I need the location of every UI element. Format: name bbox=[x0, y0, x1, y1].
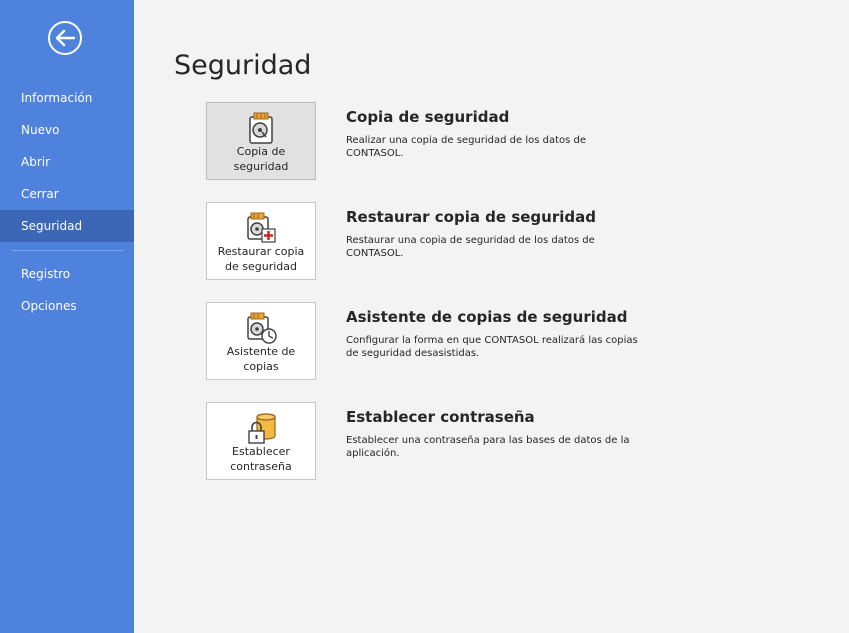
set-password-description-line1: Establecer una contraseña para las bases… bbox=[346, 435, 630, 446]
backup-wizard-description-line1: Configurar la forma en que CONTASOL real… bbox=[346, 335, 638, 346]
set-password-description-line2: aplicación. bbox=[346, 448, 400, 459]
backup-wizard-title: Asistente de copias de seguridad bbox=[346, 308, 628, 326]
backup-description-line1: Realizar una copia de seguridad de los d… bbox=[346, 135, 587, 146]
sidebar-item-cerrar[interactable]: Cerrar bbox=[0, 178, 134, 210]
backup-wizard-button-label: Asistente de copias bbox=[209, 344, 313, 374]
set-password-title: Establecer contraseña bbox=[346, 408, 535, 426]
backup-wizard-clock-icon bbox=[247, 312, 277, 344]
sidebar-nav: Información Nuevo Abrir Cerrar Seguridad… bbox=[0, 82, 134, 322]
backup-disk-icon bbox=[249, 112, 273, 144]
option-restaurar-copia: Restaurar copia de seguridad Restaurar c… bbox=[206, 202, 766, 280]
restore-backup-button-label-line2: de seguridad bbox=[225, 260, 297, 273]
page-title: Seguridad bbox=[174, 50, 312, 81]
sidebar-item-opciones[interactable]: Opciones bbox=[0, 290, 134, 322]
back-arrow-icon bbox=[48, 21, 82, 55]
sidebar-item-registro[interactable]: Registro bbox=[0, 258, 134, 290]
set-password-button-label: Establecer contraseña bbox=[209, 444, 313, 474]
backup-title: Copia de seguridad bbox=[346, 108, 510, 126]
restore-backup-description-line1: Restaurar una copia de seguridad de los … bbox=[346, 235, 595, 246]
backup-description-line2: CONTASOL. bbox=[346, 148, 404, 159]
sidebar-item-nuevo[interactable]: Nuevo bbox=[0, 114, 134, 146]
back-button[interactable] bbox=[47, 20, 83, 56]
restore-backup-description-line2: CONTASOL. bbox=[346, 248, 404, 259]
backup-description: Realizar una copia de seguridad de los d… bbox=[346, 134, 646, 160]
backup-wizard-description: Configurar la forma en que CONTASOL real… bbox=[346, 334, 646, 360]
set-password-description: Establecer una contraseña para las bases… bbox=[346, 434, 646, 460]
backup-wizard-button-label-line2: copias bbox=[243, 360, 279, 373]
restore-backup-button-label: Restaurar copia de seguridad bbox=[209, 244, 313, 274]
restore-backup-button[interactable]: Restaurar copia de seguridad bbox=[206, 202, 316, 280]
restore-disk-icon bbox=[247, 212, 276, 243]
set-password-button-label-line1: Establecer bbox=[232, 445, 290, 458]
backup-wizard-button-label-line1: Asistente de bbox=[226, 345, 296, 358]
backup-button-label: Copia de seguridad bbox=[209, 144, 313, 174]
sidebar-item-informacion[interactable]: Información bbox=[0, 82, 134, 114]
lock-database-icon bbox=[248, 413, 276, 444]
restore-backup-description: Restaurar una copia de seguridad de los … bbox=[346, 234, 646, 260]
option-establecer-contrasena: Establecer contraseña Establecer contras… bbox=[206, 402, 766, 480]
backup-wizard-button[interactable]: Asistente de copias bbox=[206, 302, 316, 380]
sidebar-divider bbox=[11, 250, 123, 251]
sidebar-item-abrir[interactable]: Abrir bbox=[0, 146, 134, 178]
set-password-button-label-line2: contraseña bbox=[230, 460, 292, 473]
restore-backup-button-label-line1: Restaurar copia bbox=[217, 245, 305, 258]
main-panel: Seguridad Copia de seguridad Copia de se… bbox=[134, 0, 849, 633]
option-asistente-copias: Asistente de copias Asistente de copias … bbox=[206, 302, 766, 380]
sidebar-item-seguridad[interactable]: Seguridad bbox=[0, 210, 134, 242]
set-password-button[interactable]: Establecer contraseña bbox=[206, 402, 316, 480]
backup-button-label-line1: Copia de bbox=[236, 145, 286, 158]
sidebar: Información Nuevo Abrir Cerrar Seguridad… bbox=[0, 0, 134, 633]
option-copia-seguridad: Copia de seguridad Copia de seguridad Re… bbox=[206, 102, 766, 180]
restore-backup-title: Restaurar copia de seguridad bbox=[346, 208, 596, 226]
backup-wizard-description-line2: de seguridad desasistidas. bbox=[346, 348, 480, 359]
backup-button-label-line2: seguridad bbox=[233, 160, 289, 173]
backup-button[interactable]: Copia de seguridad bbox=[206, 102, 316, 180]
